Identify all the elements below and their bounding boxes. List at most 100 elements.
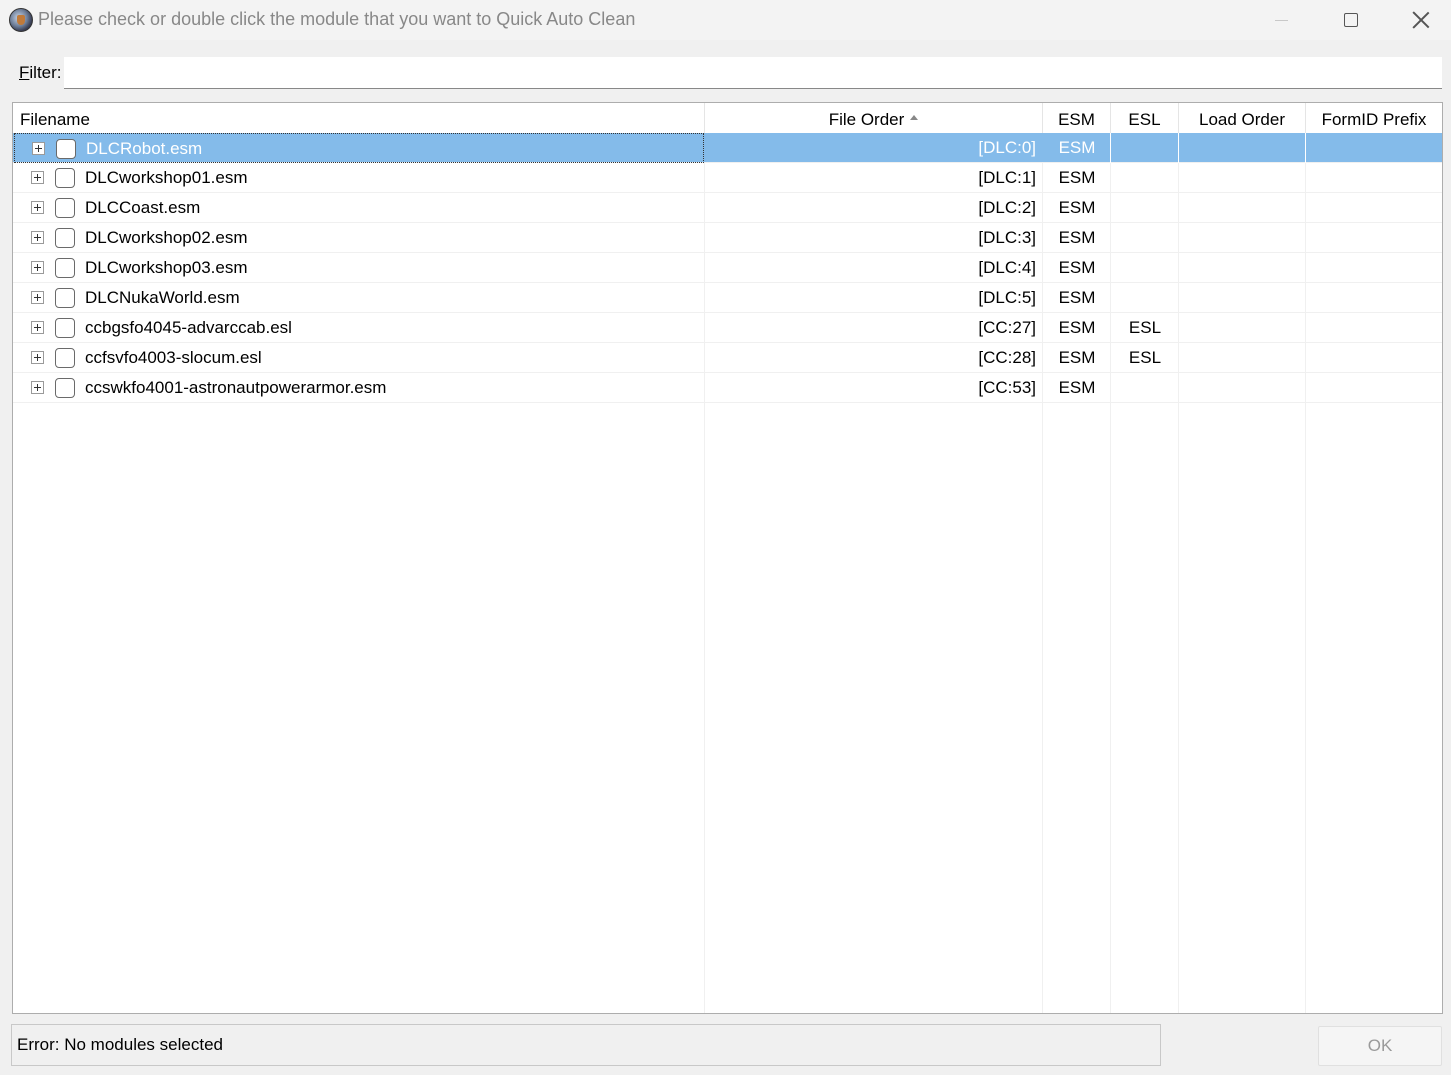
column-header-formid-prefix[interactable]: FormID Prefix: [1306, 103, 1442, 133]
selection-column-separator: [1305, 133, 1306, 163]
column-header-file-order-label: File Order: [828, 109, 905, 129]
filename-cell[interactable]: ccswkfo4001-astronautpowerarmor.esm: [14, 373, 704, 403]
file-order-cell: [DLC:3]: [978, 228, 1036, 247]
formid-prefix-cell: [1306, 313, 1442, 343]
filename-cell[interactable]: ccbgsfo4045-advarccab.esl: [14, 313, 704, 343]
module-checkbox[interactable]: [55, 378, 75, 398]
column-header-load-order[interactable]: Load Order: [1179, 103, 1306, 133]
file-order-cell: [CC:27]: [978, 318, 1036, 337]
filename-text: ccbgsfo4045-advarccab.esl: [85, 318, 292, 337]
plus-expand-icon[interactable]: [32, 142, 45, 155]
module-checkbox[interactable]: [55, 168, 75, 188]
app-icon[interactable]: [9, 8, 33, 32]
filter-label-accelerator: F: [19, 63, 30, 82]
esm-cell: ESM: [1058, 258, 1096, 277]
module-checkbox[interactable]: [55, 288, 75, 308]
filename-text: ccfsvfo4003-slocum.esl: [85, 348, 262, 367]
esl-cell: ESL: [1128, 318, 1162, 337]
table-row[interactable]: ccbgsfo4045-advarccab.esl [CC:27] ESM ESL: [13, 313, 1442, 343]
file-order-cell: [DLC:0]: [978, 138, 1036, 157]
file-order-cell: [DLC:4]: [978, 258, 1036, 277]
module-checkbox[interactable]: [56, 139, 76, 159]
ok-button[interactable]: OK: [1318, 1026, 1442, 1066]
esm-cell: ESM: [1058, 138, 1096, 157]
plus-expand-icon[interactable]: [31, 381, 44, 394]
filename-text: DLCNukaWorld.esm: [85, 288, 240, 307]
plus-expand-icon[interactable]: [31, 321, 44, 334]
plus-expand-icon[interactable]: [31, 231, 44, 244]
module-tree-table[interactable]: Filename File Order ESM ESL Load Order F…: [12, 102, 1443, 1014]
table-row[interactable]: DLCNukaWorld.esm [DLC:5] ESM: [13, 283, 1442, 313]
table-row[interactable]: ccswkfo4001-astronautpowerarmor.esm [CC:5…: [13, 373, 1442, 403]
minimize-icon: [1274, 19, 1288, 21]
table-row[interactable]: DLCCoast.esm [DLC:2] ESM: [13, 193, 1442, 223]
file-order-cell: [DLC:5]: [978, 288, 1036, 307]
window-title: Please check or double click the module …: [38, 9, 636, 29]
esm-cell: ESM: [1058, 198, 1096, 217]
column-header-filename[interactable]: Filename: [13, 103, 705, 133]
module-checkbox[interactable]: [55, 228, 75, 248]
table-row[interactable]: DLCworkshop03.esm [DLC:4] ESM: [13, 253, 1442, 283]
formid-prefix-cell: [1306, 193, 1442, 223]
selection-column-separator: [1110, 133, 1111, 163]
esl-cell: ESL: [1128, 348, 1162, 367]
filename-cell[interactable]: DLCCoast.esm: [14, 193, 704, 223]
esl-cell: [1111, 373, 1179, 403]
formid-prefix-cell: [1306, 133, 1442, 163]
esl-cell: [1111, 283, 1179, 313]
column-header-filename-label: Filename: [20, 109, 90, 129]
column-header-esm[interactable]: ESM: [1043, 103, 1111, 133]
file-order-cell: [DLC:2]: [978, 198, 1036, 217]
column-header-formid-prefix-label: FormID Prefix: [1321, 109, 1427, 129]
formid-prefix-cell: [1306, 163, 1442, 193]
load-order-cell: [1179, 163, 1306, 193]
module-checkbox[interactable]: [55, 198, 75, 218]
filename-cell[interactable]: DLCNukaWorld.esm: [14, 283, 704, 313]
filename-text: DLCRobot.esm: [86, 139, 203, 158]
esl-cell: [1111, 193, 1179, 223]
table-row[interactable]: DLCRobot.esm [DLC:0] ESM: [13, 133, 1442, 163]
plus-expand-icon[interactable]: [31, 351, 44, 364]
load-order-cell: [1179, 313, 1306, 343]
filename-text: ccswkfo4001-astronautpowerarmor.esm: [85, 378, 387, 397]
filter-label: Filter:: [19, 63, 62, 83]
table-row[interactable]: DLCworkshop01.esm [DLC:1] ESM: [13, 163, 1442, 193]
module-checkbox[interactable]: [55, 258, 75, 278]
filename-cell[interactable]: DLCworkshop02.esm: [14, 223, 704, 253]
filename-cell[interactable]: DLCRobot.esm: [14, 133, 704, 163]
file-order-cell: [CC:28]: [978, 348, 1036, 367]
load-order-cell: [1179, 193, 1306, 223]
plus-expand-icon[interactable]: [31, 171, 44, 184]
filename-cell[interactable]: ccfsvfo4003-slocum.esl: [14, 343, 704, 373]
filename-text: DLCCoast.esm: [85, 198, 201, 217]
table-row[interactable]: ccfsvfo4003-slocum.esl [CC:28] ESM ESL: [13, 343, 1442, 373]
plus-expand-icon[interactable]: [31, 291, 44, 304]
maximize-button[interactable]: [1316, 0, 1386, 40]
close-icon: [1412, 11, 1430, 29]
esm-cell: ESM: [1058, 348, 1096, 367]
formid-prefix-cell: [1306, 223, 1442, 253]
load-order-cell: [1179, 283, 1306, 313]
module-checkbox[interactable]: [55, 348, 75, 368]
column-header-file-order[interactable]: File Order: [705, 103, 1043, 133]
title-bar: Please check or double click the module …: [0, 0, 1451, 40]
formid-prefix-cell: [1306, 373, 1442, 403]
esm-cell: ESM: [1058, 228, 1096, 247]
plus-expand-icon[interactable]: [31, 201, 44, 214]
esm-cell: ESM: [1058, 378, 1096, 397]
column-header-esl-label: ESL: [1128, 109, 1161, 129]
plus-expand-icon[interactable]: [31, 261, 44, 274]
filename-text: DLCworkshop01.esm: [85, 168, 248, 187]
table-row[interactable]: DLCworkshop02.esm [DLC:3] ESM: [13, 223, 1442, 253]
close-button[interactable]: [1386, 0, 1451, 40]
load-order-cell: [1179, 253, 1306, 283]
minimize-button[interactable]: [1246, 0, 1316, 40]
column-header-esl[interactable]: ESL: [1111, 103, 1179, 133]
file-order-cell: [DLC:1]: [978, 168, 1036, 187]
filename-cell[interactable]: DLCworkshop03.esm: [14, 253, 704, 283]
table-header: Filename File Order ESM ESL Load Order F…: [13, 103, 1442, 133]
column-header-esm-label: ESM: [1058, 109, 1095, 129]
filename-cell[interactable]: DLCworkshop01.esm: [14, 163, 704, 193]
filter-input[interactable]: [64, 57, 1442, 89]
module-checkbox[interactable]: [55, 318, 75, 338]
